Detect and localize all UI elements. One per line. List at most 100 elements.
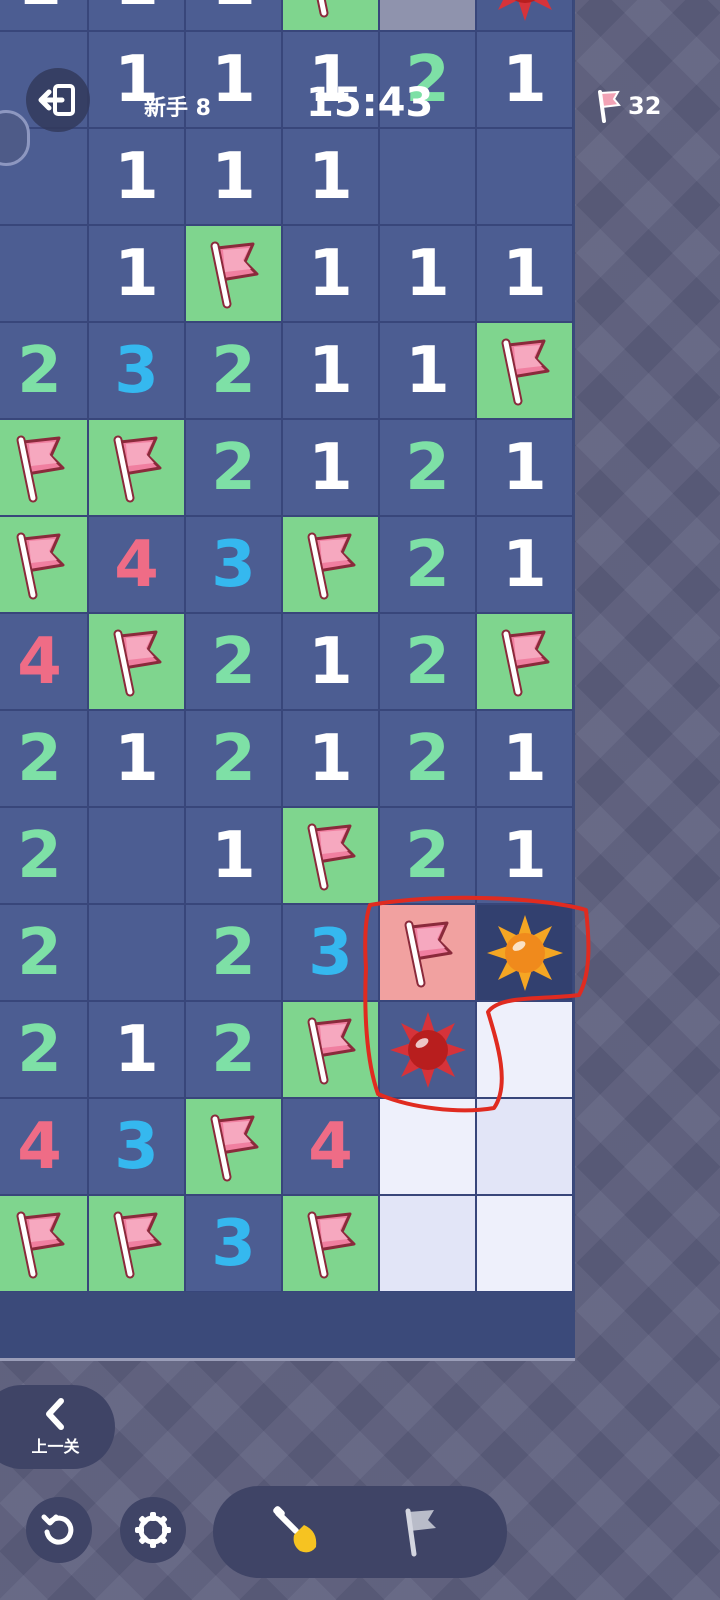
mine-icon [389,1011,466,1088]
number-cell[interactable]: 2 [185,1001,282,1098]
flag-icon [501,338,549,405]
number-cell[interactable]: 2 [185,904,282,1001]
flag-cell[interactable] [282,516,379,613]
empty-cell[interactable] [88,904,185,1001]
number-cell[interactable]: 2 [379,419,476,516]
number-cell[interactable]: 2 [185,419,282,516]
number-cell[interactable]: 2 [0,807,88,904]
number-cell[interactable]: 4 [88,516,185,613]
flag-cell[interactable] [282,1195,379,1292]
number-cell[interactable]: 1 [282,225,379,322]
number-cell[interactable]: 4 [0,1098,88,1195]
number-cell[interactable]: 4 [282,1098,379,1195]
game-board: 1111112111111112321121214321421221212121… [0,0,575,1358]
level-label: 新手 8 [144,96,211,121]
flag-cell[interactable] [88,613,185,710]
number-cell[interactable]: 1 [282,710,379,807]
number-cell[interactable]: 2 [0,322,88,419]
hidden-cell[interactable] [476,1001,573,1098]
hidden-cell[interactable] [476,1098,573,1195]
previous-level-button[interactable]: 上一关 [0,1385,115,1469]
flag-icon [210,1114,258,1181]
number-cell[interactable]: 1 [88,1001,185,1098]
number-cell[interactable]: 1 [185,807,282,904]
number-cell[interactable]: 2 [379,516,476,613]
restart-button[interactable] [26,1497,92,1563]
number-cell[interactable]: 4 [0,613,88,710]
number-cell[interactable]: 1 [282,322,379,419]
empty-cell[interactable] [0,225,88,322]
flag-icon [404,920,452,987]
number-cell[interactable]: 2 [185,613,282,710]
flag-icon [307,532,355,599]
chevron-left-icon [45,1398,64,1430]
timer: 15:43 [306,80,434,126]
number-cell[interactable]: 1 [282,613,379,710]
number-cell[interactable]: 2 [379,807,476,904]
number-cell[interactable]: 3 [185,1195,282,1292]
flag-counter: 32 [596,88,661,124]
shovel-icon [273,1506,317,1553]
flag-icon [307,1211,355,1278]
flag-cell[interactable] [185,225,282,322]
flag-cell[interactable] [0,516,88,613]
number-cell[interactable]: 1 [88,225,185,322]
top-bar: 新手 8 15:43 32 [0,0,720,166]
number-cell[interactable]: 2 [0,1001,88,1098]
hidden-cell[interactable] [379,1195,476,1292]
flag-tool-button[interactable] [389,1500,453,1564]
number-cell[interactable]: 2 [0,710,88,807]
wrong-flag-cell[interactable] [379,904,476,1001]
number-cell[interactable]: 1 [476,419,573,516]
settings-button[interactable] [120,1497,186,1563]
number-cell[interactable]: 1 [379,322,476,419]
hidden-cell[interactable] [476,1195,573,1292]
flag-icon [16,435,64,502]
flag-cell[interactable] [185,1098,282,1195]
number-cell[interactable]: 2 [0,904,88,1001]
flag-cell[interactable] [476,322,573,419]
flag-cell[interactable] [0,1195,88,1292]
flag-icon [113,435,161,502]
flag-cell[interactable] [282,807,379,904]
number-cell[interactable]: 3 [88,322,185,419]
dig-tool-button[interactable] [265,1500,329,1564]
empty-cell[interactable] [88,807,185,904]
number-cell[interactable]: 2 [185,710,282,807]
number-cell[interactable]: 3 [88,1098,185,1195]
flag-icon [16,1211,64,1278]
number-cell[interactable]: 1 [282,419,379,516]
previous-level-label: 上一关 [31,1437,80,1456]
flag-icon [113,629,161,696]
flag-icon [501,629,549,696]
restart-icon [41,1514,74,1545]
flag-icon [16,532,64,599]
exit-button[interactable] [26,68,90,132]
number-cell[interactable]: 3 [282,904,379,1001]
flag-cell[interactable] [282,1001,379,1098]
flag-count-value: 32 [628,92,662,120]
flag-icon [598,90,621,123]
flag-cell[interactable] [88,1195,185,1292]
number-cell[interactable]: 3 [185,516,282,613]
number-cell[interactable]: 1 [379,225,476,322]
number-cell[interactable]: 1 [476,516,573,613]
hidden-cell[interactable] [379,1098,476,1195]
gear-icon [135,1512,171,1548]
flag-icon [405,1508,436,1557]
number-cell[interactable]: 2 [379,710,476,807]
mine-cell[interactable] [379,1001,476,1098]
flag-icon [307,823,355,890]
exploded-mine-cell[interactable] [476,904,573,1001]
number-cell[interactable]: 2 [379,613,476,710]
flag-cell[interactable] [476,613,573,710]
number-cell[interactable]: 2 [185,322,282,419]
flag-icon [210,241,258,308]
flag-cell[interactable] [88,419,185,516]
number-cell[interactable]: 1 [476,710,573,807]
number-cell[interactable]: 1 [88,710,185,807]
flag-cell[interactable] [0,419,88,516]
tool-bar [213,1486,507,1578]
number-cell[interactable]: 1 [476,807,573,904]
number-cell[interactable]: 1 [476,225,573,322]
